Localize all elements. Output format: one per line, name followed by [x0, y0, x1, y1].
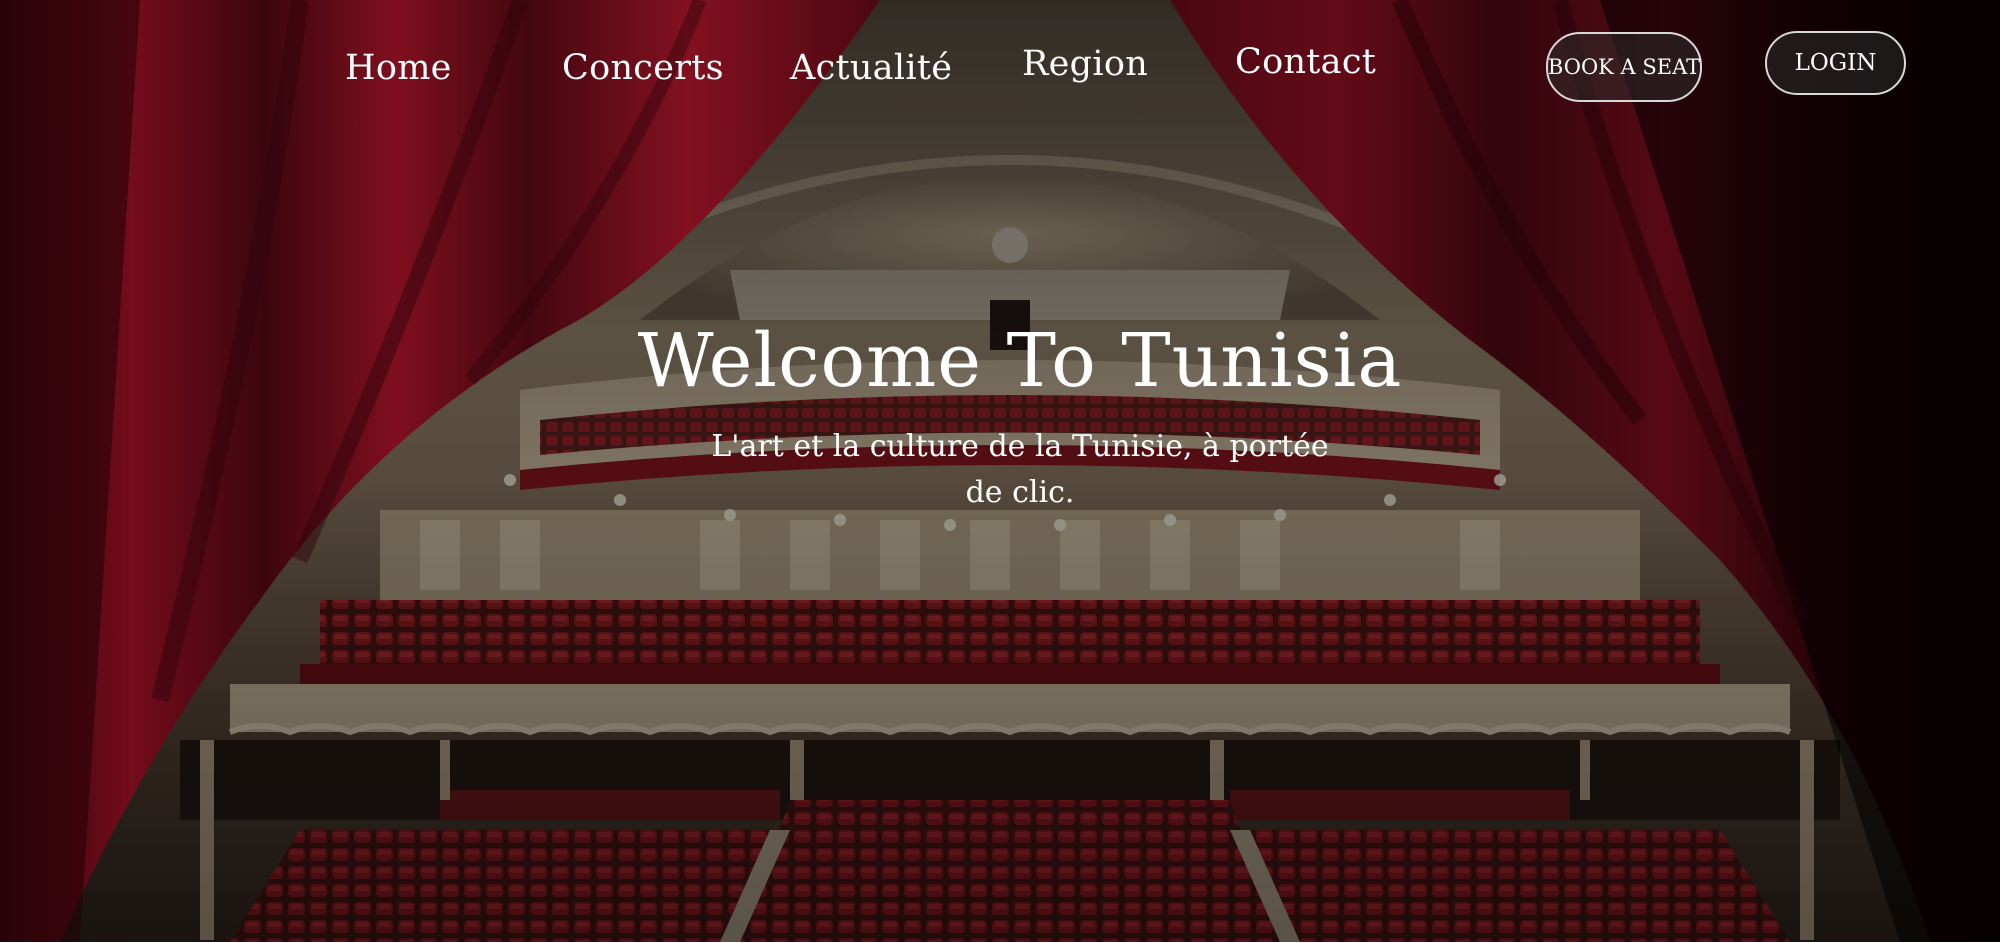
nav-link-contact[interactable]: Contact — [1235, 42, 1376, 82]
hero-title: Welcome To Tunisia — [637, 318, 1403, 404]
login-button[interactable]: LOGIN — [1765, 31, 1906, 95]
nav-link-actualite[interactable]: Actualité — [790, 48, 952, 88]
hero-subtitle: L'art et la culture de la Tunisie, à por… — [711, 429, 1329, 510]
nav-link-region[interactable]: Region — [1022, 44, 1148, 84]
nav-link-concerts[interactable]: Concerts — [562, 48, 724, 88]
nav-link-home[interactable]: Home — [345, 48, 452, 88]
book-a-seat-button[interactable]: BOOK A SEAT — [1546, 32, 1702, 102]
hero-section: Home Concerts Actualité Region Contact B… — [0, 0, 2000, 942]
